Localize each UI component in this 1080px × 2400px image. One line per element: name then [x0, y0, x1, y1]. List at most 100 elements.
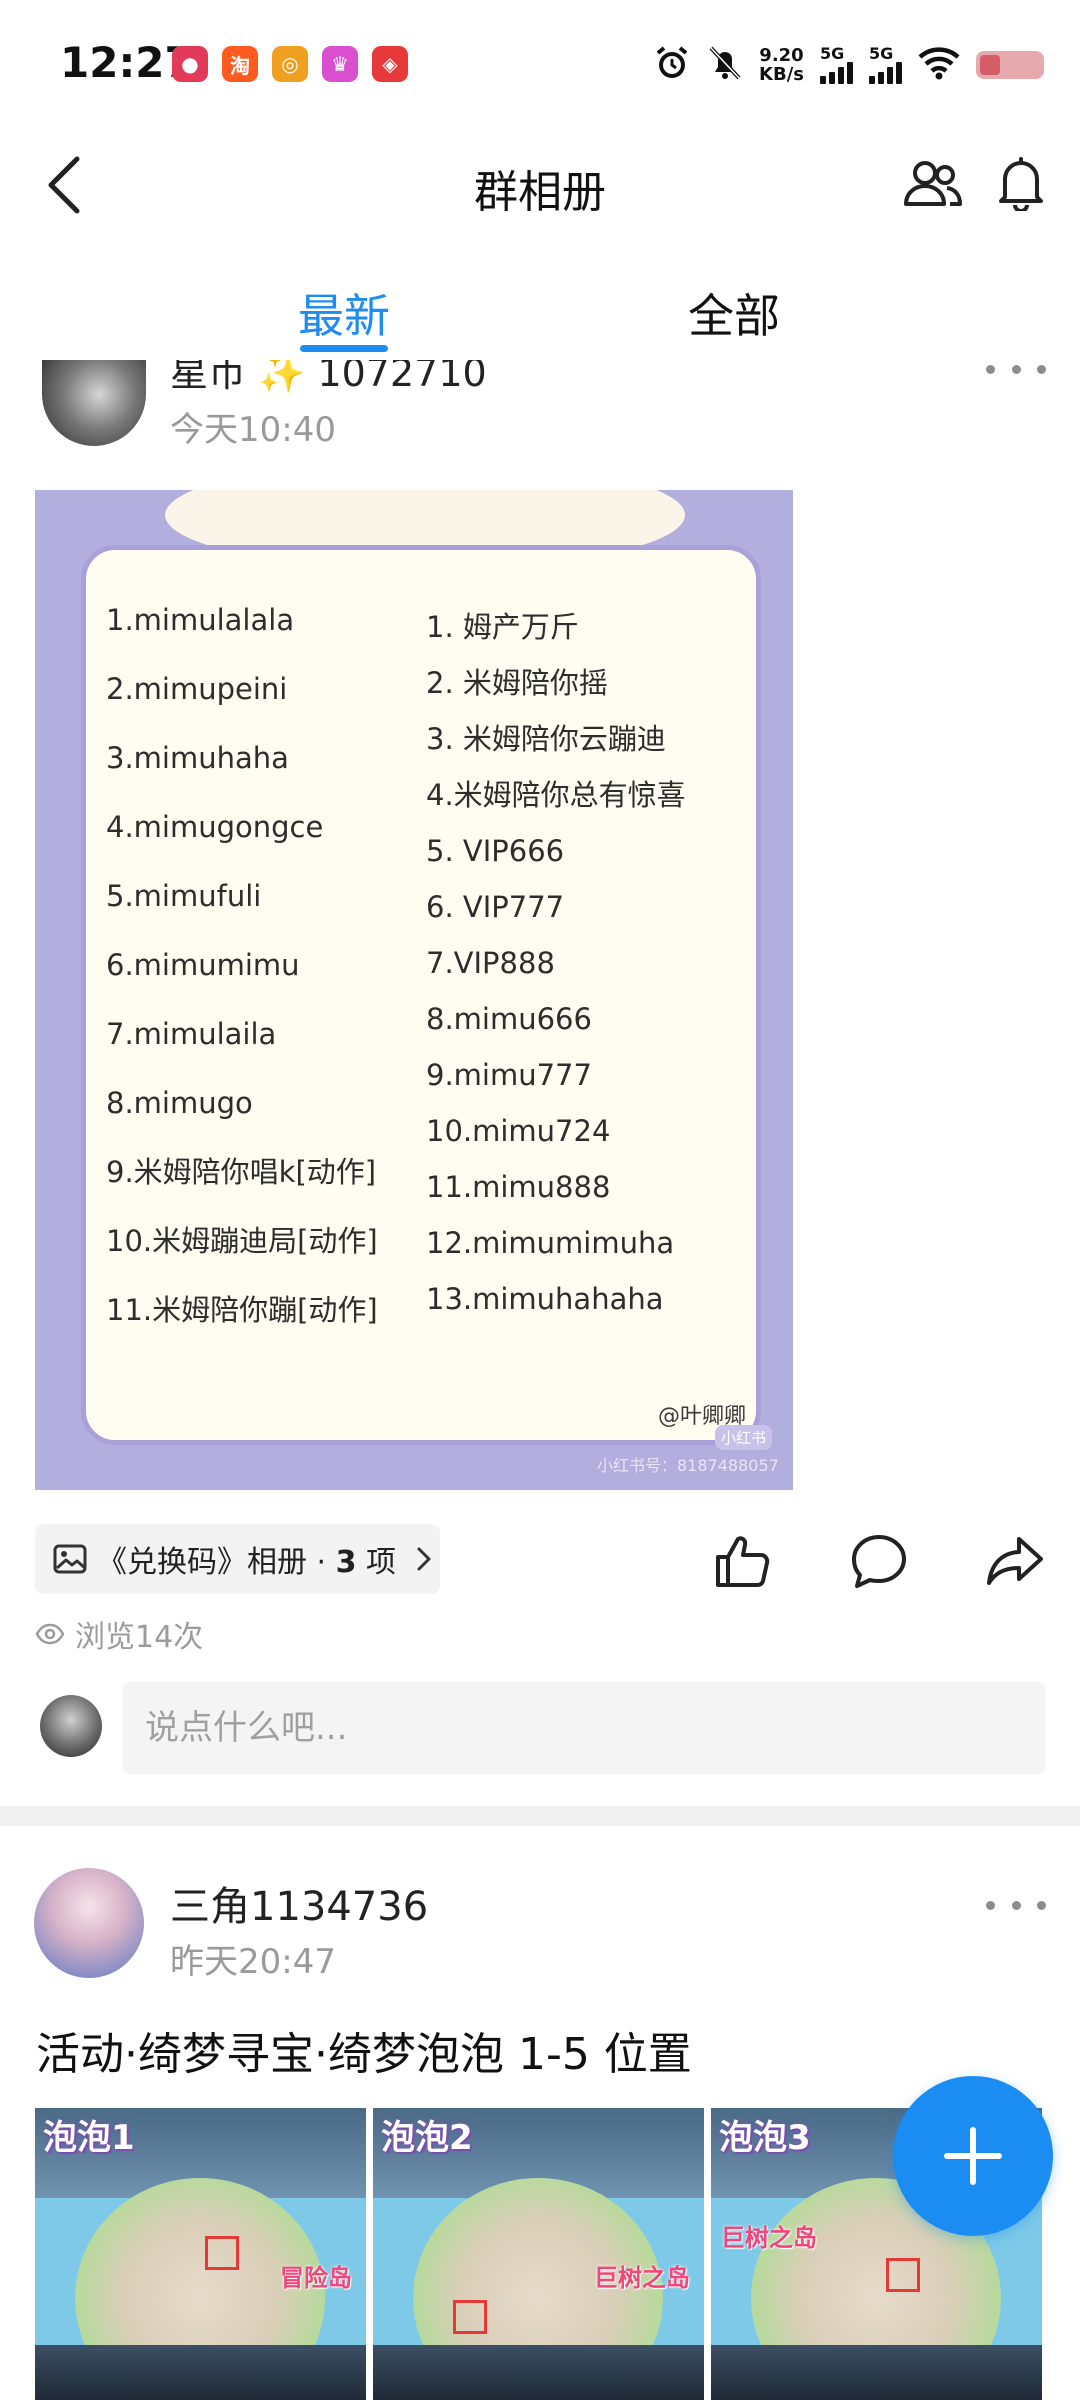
more-dots-icon — [986, 364, 995, 374]
xiaohongshu-id: 小红书号：8187488057 — [597, 1456, 779, 1475]
chevron-right-icon — [417, 1547, 431, 1571]
comment-button[interactable] — [844, 1526, 914, 1596]
code-item: 11.mimu888 — [426, 1170, 611, 1204]
my-avatar — [40, 1695, 102, 1757]
code-item: 5. VIP666 — [426, 834, 565, 868]
code-item: 2. 米姆陪你摇 — [426, 666, 608, 700]
post-time: 昨天20:47 — [170, 1942, 336, 1982]
location-marker — [453, 2300, 487, 2334]
mute-bell-icon — [707, 44, 743, 86]
more-dots-icon — [1011, 364, 1021, 374]
image-icon — [53, 1544, 87, 1574]
more-dots-icon — [1037, 1900, 1046, 1910]
share-button[interactable] — [980, 1526, 1050, 1596]
thumbnail-footer — [373, 2345, 704, 2400]
island-name: 巨树之岛 — [594, 2264, 690, 2292]
code-item: 5.mimufuli — [106, 879, 262, 913]
code-item: 8.mimugo — [106, 1086, 253, 1120]
active-tab-indicator — [300, 345, 388, 352]
tab-all[interactable]: 全部 — [634, 280, 834, 346]
app-icon-5: ◈ — [372, 46, 408, 82]
album-label: 《兑换码》相册 · 3 项 — [97, 1537, 396, 1581]
code-item: 6.mimumimu — [106, 948, 300, 982]
thumbnail-label: 泡泡2 — [381, 2118, 473, 2158]
thumbs-up-icon — [716, 1536, 770, 1587]
post-author[interactable]: 三角1134736 — [170, 1874, 428, 1932]
thumbnail-label: 泡泡3 — [719, 2118, 811, 2158]
xiaohongshu-watermark: 小红书 — [715, 1425, 773, 1450]
notifications-button[interactable] — [986, 148, 1056, 218]
island-name: 冒险岛 — [280, 2264, 352, 2292]
code-list-card: 1.mimulalala 2.mimupeini 3.mimuhaha 4.mimug… — [81, 545, 761, 1445]
code-list-left: 1.mimulalala 2.mimupeini 3.mimuhaha 4.mimug… — [106, 600, 436, 1359]
code-item: 1. 姆产万斤 — [426, 610, 579, 644]
network-speed-value: 9.20 — [759, 45, 804, 66]
more-dots-icon — [1011, 1900, 1021, 1910]
code-item: 3.mimuhaha — [106, 741, 289, 775]
thumbnail-footer — [35, 2345, 366, 2400]
post-time: 今天10:40 — [170, 410, 336, 450]
thumbnail[interactable]: 泡泡1 冒险岛 — [35, 2108, 366, 2400]
thumbnail[interactable]: 泡泡2 巨树之岛 — [373, 2108, 704, 2400]
comment-input[interactable] — [123, 1682, 1045, 1774]
code-item: 3. 米姆陪你云蹦迪 — [426, 722, 666, 756]
system-icons: 9.20 KB/s 5G 5G — [653, 44, 1044, 86]
code-item: 4.mimugongce — [106, 810, 324, 844]
code-item: 9.mimu777 — [426, 1058, 592, 1092]
alarm-icon — [653, 44, 691, 86]
top-bar: 群相册 — [0, 130, 1080, 240]
code-item: 1.mimulalala — [106, 603, 295, 637]
wifi-icon — [918, 46, 960, 84]
share-arrow-icon — [987, 1537, 1043, 1585]
post-1: 星帀 ✨ 1072710 今天10:40 1.mimulalala 2.mimup… — [0, 360, 1080, 1805]
location-marker — [886, 2258, 920, 2292]
code-item: 10.米姆蹦迪局[动作] — [106, 1224, 378, 1258]
more-options-button[interactable] — [986, 360, 1046, 384]
view-count: 浏览14次 — [35, 1612, 203, 1656]
code-item: 6. VIP777 — [426, 890, 565, 924]
add-button[interactable] — [893, 2076, 1053, 2236]
code-item: 4.米姆陪你总有惊喜 — [426, 778, 686, 812]
bell-icon — [999, 157, 1043, 211]
eye-icon — [35, 1623, 65, 1645]
signal-2-label: 5G — [869, 44, 894, 63]
post-title: 活动·绮梦寻宝·绮梦泡泡 1-5 位置 — [36, 2029, 692, 2080]
code-item: 10.mimu724 — [426, 1114, 611, 1148]
post-image[interactable]: 1.mimulalala 2.mimupeini 3.mimuhaha 4.mimug… — [35, 490, 793, 1490]
signal-1: 5G — [820, 46, 853, 84]
code-list-right: 1. 姆产万斤 2. 米姆陪你摇 3. 米姆陪你云蹦迪 4.米姆陪你总有惊喜 5. VI… — [426, 607, 756, 1335]
code-item: 9.米姆陪你唱k[动作] — [106, 1155, 377, 1189]
group-members-button[interactable] — [898, 148, 968, 218]
thumbnail-footer — [711, 2345, 1042, 2400]
battery-icon — [976, 51, 1044, 79]
avatar[interactable] — [34, 1868, 144, 1978]
code-item: 12.mimumimuha — [426, 1226, 675, 1260]
code-item: 11.米姆陪你蹦[动作] — [106, 1293, 378, 1327]
notification-app-icons: ● 淘 ◎ ♛ ◈ — [172, 46, 408, 82]
tab-bar: 最新 全部 — [0, 270, 1080, 352]
album-name: 《兑换码》相册 · — [97, 1545, 336, 1580]
post-author[interactable]: 星帀 ✨ 1072710 — [170, 360, 487, 397]
avatar[interactable] — [42, 360, 146, 446]
more-dots-icon — [986, 1900, 995, 1910]
like-button[interactable] — [708, 1526, 778, 1596]
comment-bubble-icon — [852, 1535, 906, 1588]
location-marker — [205, 2236, 239, 2270]
signal-bars-icon — [820, 62, 853, 84]
more-dots-icon — [1037, 364, 1046, 374]
plus-icon — [944, 2127, 1002, 2185]
code-item: 2.mimupeini — [106, 672, 288, 706]
signal-bars-icon — [869, 62, 902, 84]
app-icon-1: ● — [172, 46, 208, 82]
members-icon — [904, 161, 962, 206]
album-link[interactable]: 《兑换码》相册 · 3 项 — [35, 1524, 440, 1594]
code-item: 7.mimulaila — [106, 1017, 277, 1051]
app-icon-3: ◎ — [272, 46, 308, 82]
more-options-button[interactable] — [986, 1890, 1046, 1920]
network-speed: 9.20 KB/s — [759, 46, 804, 84]
post-divider — [0, 1806, 1080, 1826]
thumbnail-label: 泡泡1 — [43, 2118, 135, 2158]
code-item: 13.mimuhahaha — [426, 1282, 664, 1316]
island-name: 巨树之岛 — [721, 2224, 817, 2252]
tab-latest[interactable]: 最新 — [244, 280, 444, 346]
